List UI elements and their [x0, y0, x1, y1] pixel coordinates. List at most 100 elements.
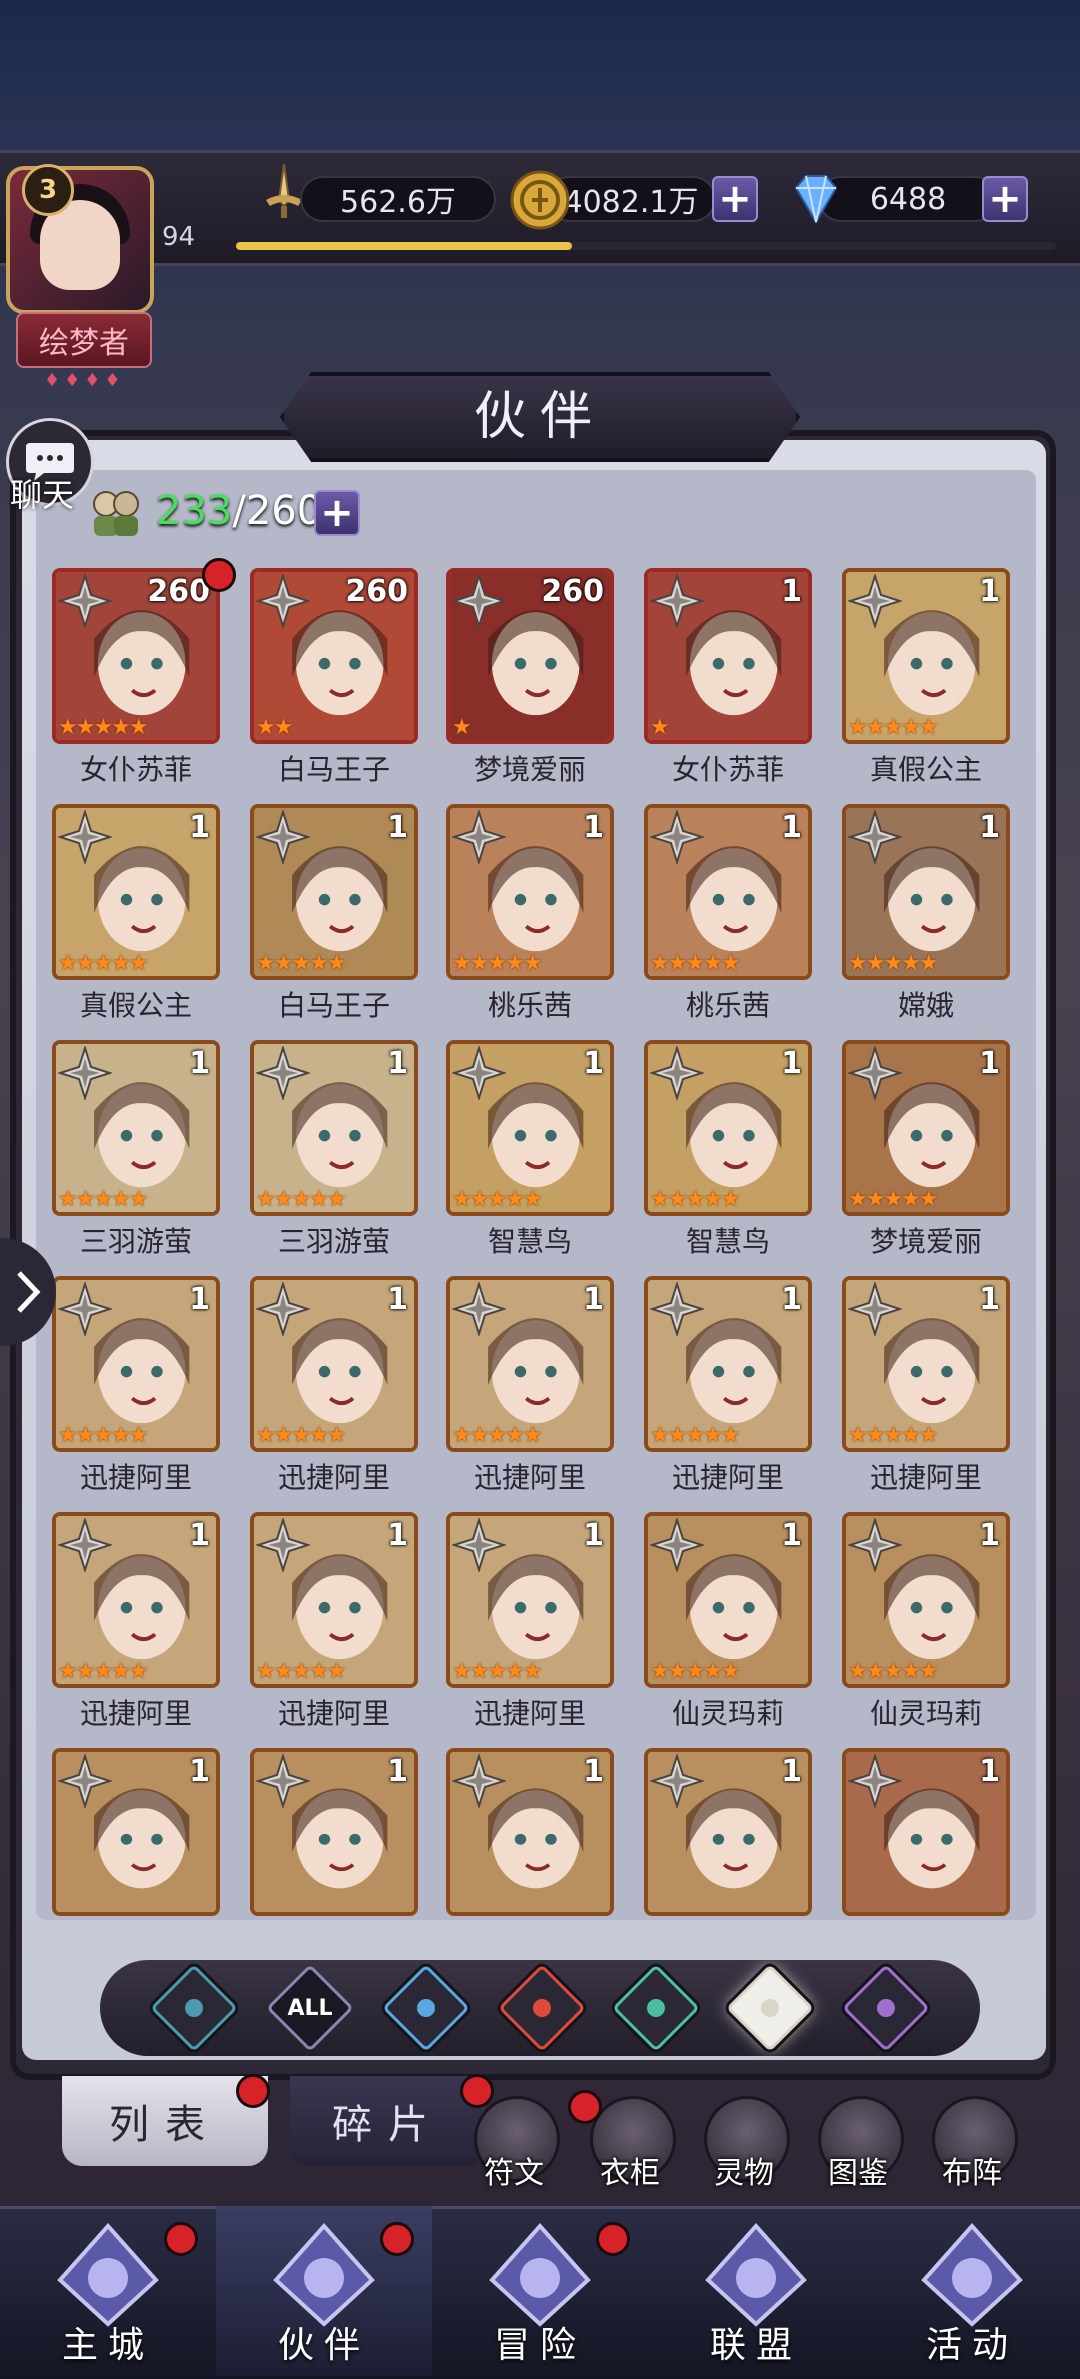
- partner-card[interactable]: 1 ★★★★★: [52, 1040, 220, 1216]
- all-filter-icon[interactable]: ALL: [266, 1964, 354, 2052]
- title-rank-gems: ♦♦♦♦: [44, 370, 125, 391]
- tab-list-reddot: [236, 2074, 270, 2108]
- rarity-star-badge-icon: [452, 1046, 506, 1100]
- fire-element-icon[interactable]: [498, 1964, 586, 2052]
- partner-card[interactable]: 1: [52, 1748, 220, 1916]
- partner-name: 真假公主: [79, 989, 192, 1022]
- partner-card[interactable]: 1 ★★★★★: [52, 1512, 220, 1688]
- rarity-star-badge-icon: [452, 1754, 506, 1808]
- partner-card[interactable]: 1 ★★★★★: [644, 804, 812, 980]
- player-level: 94: [162, 222, 196, 252]
- rarity-star-badge-icon: [452, 574, 506, 628]
- shield-icon: [705, 2222, 807, 2327]
- partner-name: 白马王子: [277, 753, 390, 786]
- partner-name: 仙灵玛莉: [869, 1697, 982, 1730]
- tab-fragments[interactable]: 碎片: [290, 2076, 486, 2166]
- partner-count: 233/260: [156, 488, 322, 534]
- partner-name: 迅捷阿里: [79, 1697, 192, 1730]
- rarity-star-badge-icon: [256, 1046, 310, 1100]
- water-element-icon[interactable]: [150, 1964, 238, 2052]
- add-gems-button[interactable]: +: [982, 176, 1028, 222]
- partner-card[interactable]: 1: [250, 1748, 418, 1916]
- partner-level: 1: [583, 1282, 604, 1317]
- rarity-star-badge-icon: [848, 1754, 902, 1808]
- partner-card[interactable]: 1 ★★★★★: [842, 1040, 1010, 1216]
- eye-element-icon[interactable]: [842, 1964, 930, 2052]
- nav-reddot: [596, 2222, 630, 2256]
- partner-card[interactable]: 1 ★★★★★: [52, 804, 220, 980]
- partner-card[interactable]: 1 ★★★★★: [446, 1512, 614, 1688]
- wind-element-icon[interactable]: [612, 1964, 700, 2052]
- partner-level: 1: [979, 810, 1000, 845]
- partner-name: 迅捷阿里: [277, 1697, 390, 1730]
- partner-stars: ★★★★★: [452, 1659, 543, 1684]
- add-gold-button[interactable]: +: [712, 176, 758, 222]
- partner-level: 1: [583, 1046, 604, 1081]
- filter-glyph: [533, 1999, 551, 2017]
- partner-card[interactable]: 1 ★★★★★: [842, 804, 1010, 980]
- partner-card[interactable]: 1 ★★★★★: [446, 1276, 614, 1452]
- rarity-star-badge-icon: [58, 574, 112, 628]
- nav-item[interactable]: 活动: [864, 2206, 1080, 2376]
- partner-card[interactable]: 1 ★★★★★: [842, 1276, 1010, 1452]
- partner-level: 1: [781, 1046, 802, 1081]
- partner-stars: ★★★★★: [650, 1659, 741, 1684]
- droplet-element-icon[interactable]: [382, 1964, 470, 2052]
- expand-partner-slots-button[interactable]: +: [314, 490, 360, 536]
- partner-name: 白马王子: [277, 989, 390, 1022]
- partner-card[interactable]: 260 ★★: [250, 568, 418, 744]
- partner-name: 三羽游萤: [277, 1225, 390, 1258]
- partner-card[interactable]: 1 ★★★★★: [250, 1276, 418, 1452]
- star-element-icon[interactable]: [726, 1964, 814, 2052]
- rarity-star-badge-icon: [650, 1518, 704, 1572]
- player-title-badge[interactable]: 绘梦者: [16, 312, 152, 368]
- partner-card[interactable]: 1 ★★★★★: [446, 1040, 614, 1216]
- partner-card[interactable]: 1 ★★★★★: [842, 568, 1010, 744]
- partner-name: 仙灵玛莉: [671, 1697, 784, 1730]
- partner-level: 1: [189, 1518, 210, 1553]
- partner-level: 1: [979, 574, 1000, 609]
- partner-level: 1: [979, 1754, 1000, 1789]
- rarity-star-badge-icon: [650, 1282, 704, 1336]
- filter-glyph: [417, 1999, 435, 2017]
- partner-card[interactable]: 260 ★★★★★: [52, 568, 220, 744]
- partner-card[interactable]: 1 ★★★★★: [250, 1040, 418, 1216]
- nav-label: 活动: [925, 2325, 1018, 2366]
- partner-card[interactable]: 1 ★: [644, 568, 812, 744]
- partner-card[interactable]: 1: [644, 1748, 812, 1916]
- partner-card[interactable]: 1 ★★★★★: [52, 1276, 220, 1452]
- partner-stars: ★★★★★: [650, 951, 741, 976]
- partner-card[interactable]: 1 ★★★★★: [644, 1276, 812, 1452]
- partner-name: 桃乐茜: [487, 989, 572, 1022]
- partner-level: 260: [541, 574, 604, 609]
- rarity-star-badge-icon: [452, 810, 506, 864]
- partner-stars: ★★★★★: [256, 951, 347, 976]
- partner-card[interactable]: 1 ★★★★★: [446, 804, 614, 980]
- partner-name: 迅捷阿里: [277, 1461, 390, 1494]
- partner-name: 迅捷阿里: [473, 1461, 586, 1494]
- partner-name: 三羽游萤: [79, 1225, 192, 1258]
- partner-reddot: [202, 558, 236, 592]
- partner-count-max: /260: [232, 488, 323, 534]
- nav-label: 联盟: [709, 2325, 802, 2366]
- partner-stars: ★★★★★: [58, 715, 149, 740]
- filter-all-label: ALL: [287, 1995, 333, 2021]
- vip-level-badge: 3: [22, 164, 74, 216]
- partner-card[interactable]: 1 ★★★★★: [644, 1512, 812, 1688]
- partner-level: 1: [979, 1518, 1000, 1553]
- partner-card[interactable]: 260 ★: [446, 568, 614, 744]
- sub-menu-label: 符文: [484, 2156, 544, 2191]
- partner-level: 1: [583, 810, 604, 845]
- power-value: 562.6万: [300, 176, 496, 222]
- partner-card[interactable]: 1 ★★★★★: [842, 1512, 1010, 1688]
- partner-card[interactable]: 1: [446, 1748, 614, 1916]
- partner-stars: ★★★★★: [452, 1187, 543, 1212]
- partner-card[interactable]: 1 ★★★★★: [250, 804, 418, 980]
- nav-item[interactable]: 联盟: [648, 2206, 864, 2376]
- castle-icon: [57, 2222, 159, 2327]
- partner-card[interactable]: 1 ★★★★★: [644, 1040, 812, 1216]
- partner-card[interactable]: 1 ★★★★★: [250, 1512, 418, 1688]
- partner-name: 女仆苏菲: [79, 753, 192, 786]
- partner-card[interactable]: 1: [842, 1748, 1010, 1916]
- compass-icon: [489, 2222, 591, 2327]
